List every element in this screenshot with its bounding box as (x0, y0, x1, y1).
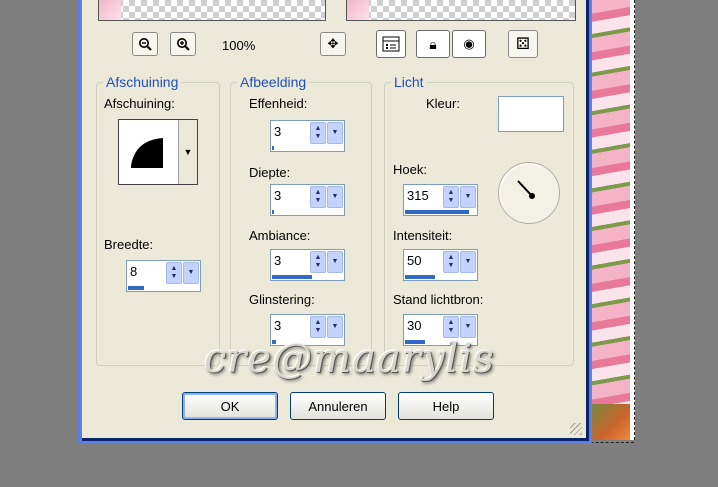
inner-bevel-dialog: 100% ✥ 🔒︎ ◉ ⚄ Afschuining Afschuining: ▼… (78, 0, 592, 444)
spin-dropdown-icon[interactable]: ▼ (327, 251, 343, 273)
light-color-label: Kleur: (426, 96, 460, 111)
smoothness-value: 3 (274, 124, 282, 139)
spin-dropdown-icon[interactable]: ▼ (183, 262, 199, 284)
depth-label: Diepte: (249, 165, 291, 180)
ok-button[interactable]: OK (182, 392, 278, 420)
dialog-body: 100% ✥ 🔒︎ ◉ ⚄ Afschuining Afschuining: ▼… (82, 0, 589, 441)
pan-button[interactable]: ✥ (320, 32, 346, 56)
image-group-title: Afbeelding (237, 74, 310, 90)
before-preview[interactable] (98, 0, 326, 21)
random-dice-icon: ⚄ (516, 36, 530, 53)
spin-dropdown-icon[interactable]: ▼ (327, 316, 343, 338)
bevel-shape-dropdown[interactable]: ▼ (118, 119, 198, 185)
eye-icon: ◉ (463, 36, 475, 51)
angle-label: Hoek: (393, 162, 427, 177)
background-image-canvas (588, 0, 632, 440)
light-color-swatch[interactable] (498, 96, 564, 132)
intensity-value: 50 (407, 253, 422, 268)
zoom-level: 100% (222, 38, 256, 53)
bevel-width-value: 8 (130, 264, 138, 279)
spin-updown-icon[interactable]: ▲ ▼ (310, 316, 326, 338)
bevel-shape-icon (131, 138, 163, 168)
resize-grip-icon[interactable] (570, 423, 582, 435)
light-group-title: Licht (391, 74, 427, 90)
light-angle-dial[interactable] (498, 162, 560, 224)
lock-preview-button[interactable]: 🔒︎ (416, 30, 450, 58)
bevel-width-label: Breedte: (104, 237, 154, 252)
zoom-in-icon (177, 38, 190, 51)
spin-dropdown-icon[interactable]: ▼ (460, 186, 476, 208)
after-preview[interactable] (346, 0, 576, 21)
zoom-in-button[interactable] (170, 32, 196, 56)
spin-updown-icon[interactable]: ▲ ▼ (443, 251, 459, 273)
spin-updown-icon[interactable]: ▲ ▼ (310, 122, 326, 144)
spin-dropdown-icon[interactable]: ▼ (460, 251, 476, 273)
background-image-corner (588, 404, 630, 440)
angle-value: 315 (407, 188, 429, 203)
move-icon: ✥ (327, 36, 339, 51)
depth-spinner[interactable]: 3 ▲ ▼ ▼ (270, 184, 345, 216)
depth-bar (272, 210, 274, 214)
shininess-value: 3 (274, 318, 282, 333)
auto-proof-button[interactable]: ◉ (452, 30, 486, 58)
ambiance-value: 3 (274, 253, 282, 268)
watermark-text: cre@maarylis (204, 336, 495, 382)
randomize-button[interactable]: ⚄ (508, 30, 538, 58)
elevation-value: 30 (407, 318, 422, 333)
bevel-group-title: Afschuining (103, 74, 182, 90)
zoom-out-icon (139, 38, 152, 51)
help-button[interactable]: Help (398, 392, 494, 420)
angle-needle-icon (517, 180, 535, 199)
smoothness-spinner[interactable]: 3 ▲ ▼ ▼ (270, 120, 345, 152)
lock-eye-icon: 🔒︎ (429, 35, 437, 52)
spin-dropdown-icon[interactable]: ▼ (327, 186, 343, 208)
bevel-width-spinner[interactable]: 8 ▲ ▼ ▼ (126, 260, 201, 292)
depth-value: 3 (274, 188, 282, 203)
shininess-label: Glinstering: (249, 292, 315, 307)
ambiance-label: Ambiance: (249, 228, 311, 243)
canvas-edge (630, 0, 635, 440)
intensity-bar (405, 275, 435, 279)
intensity-label: Intensiteit: (393, 228, 453, 243)
spin-dropdown-icon[interactable]: ▼ (460, 316, 476, 338)
angle-bar (405, 210, 469, 214)
proof-icon (382, 36, 400, 52)
spin-dropdown-icon[interactable]: ▼ (327, 122, 343, 144)
proof-button[interactable] (376, 30, 406, 58)
spin-updown-icon[interactable]: ▲ ▼ (166, 262, 182, 284)
bevel-shape-label: Afschuining: (104, 96, 175, 111)
dropdown-arrow-icon: ▼ (178, 120, 197, 184)
cancel-button[interactable]: Annuleren (290, 392, 386, 420)
bevel-width-bar (128, 286, 144, 290)
smoothness-label: Effenheid: (249, 96, 308, 111)
angle-spinner[interactable]: 315 ▲ ▼ ▼ (403, 184, 478, 216)
ambiance-spinner[interactable]: 3 ▲ ▼ ▼ (270, 249, 345, 281)
intensity-spinner[interactable]: 50 ▲ ▼ ▼ (403, 249, 478, 281)
ambiance-bar (272, 275, 312, 279)
smoothness-bar (272, 146, 274, 150)
spin-updown-icon[interactable]: ▲ ▼ (443, 186, 459, 208)
zoom-out-button[interactable] (132, 32, 158, 56)
spin-updown-icon[interactable]: ▲ ▼ (443, 316, 459, 338)
spin-updown-icon[interactable]: ▲ ▼ (310, 186, 326, 208)
elevation-label: Stand lichtbron: (393, 292, 484, 307)
spin-updown-icon[interactable]: ▲ ▼ (310, 251, 326, 273)
